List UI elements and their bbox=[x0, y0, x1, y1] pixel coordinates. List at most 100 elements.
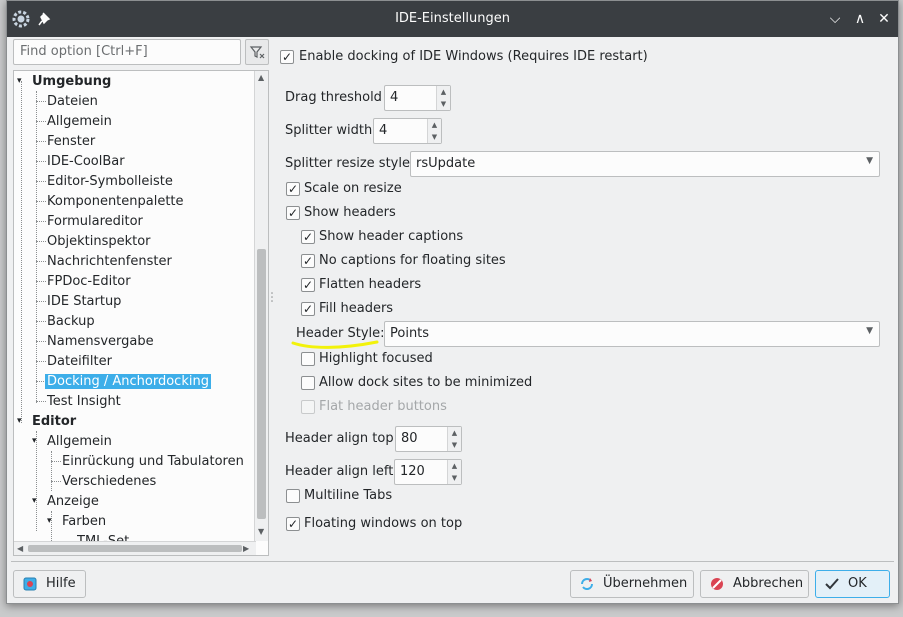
flatten-headers-label: Flatten headers bbox=[319, 277, 422, 292]
show-headers-label: Show headers bbox=[304, 205, 396, 220]
multiline-tabs-checkbox[interactable] bbox=[286, 489, 300, 503]
help-button[interactable]: Hilfe bbox=[13, 570, 86, 598]
apply-button-label: Übernehmen bbox=[603, 576, 688, 591]
tree-item[interactable]: Formulareditor bbox=[47, 212, 143, 232]
tree-item-docking-selected[interactable]: Docking / Anchordocking bbox=[45, 372, 211, 392]
allow-minimized-checkbox[interactable] bbox=[301, 376, 315, 390]
cancel-button[interactable]: Abbrechen bbox=[700, 570, 809, 598]
collapse-icon[interactable]: ▾ bbox=[17, 76, 22, 86]
scroll-thumb[interactable] bbox=[257, 249, 266, 519]
window-title: IDE-Einstellungen bbox=[395, 11, 510, 26]
tree-item[interactable]: Komponentenpalette bbox=[47, 192, 184, 212]
tree-item[interactable]: Objektinspektor bbox=[47, 232, 151, 252]
tree-item[interactable]: Verschiedenes bbox=[62, 472, 156, 492]
chevron-down-icon[interactable]: ⌵ bbox=[825, 9, 845, 29]
tree-item[interactable]: Allgemein bbox=[47, 432, 112, 452]
collapse-icon[interactable]: ▾ bbox=[32, 436, 37, 446]
chevron-down-icon: ▼ bbox=[866, 156, 873, 166]
settings-dialog: IDE-Einstellungen ⌵ ∧ ✕ Find option [Ctr… bbox=[6, 0, 899, 604]
show-headers-checkbox[interactable]: ✓ bbox=[286, 206, 300, 220]
highlight-focused-checkbox[interactable] bbox=[301, 352, 315, 366]
close-icon[interactable]: ✕ bbox=[874, 9, 894, 29]
flat-header-buttons-checkbox[interactable] bbox=[301, 400, 315, 414]
tree-vertical-scrollbar[interactable]: ▲ ▼ bbox=[254, 71, 268, 541]
collapse-icon[interactable]: ▾ bbox=[47, 516, 52, 526]
cancel-icon bbox=[711, 578, 723, 590]
splitter-width-spinner[interactable]: 4 ▲ ▼ bbox=[373, 118, 442, 144]
tree-item[interactable]: Backup bbox=[47, 312, 95, 332]
splitter-resize-style-select[interactable]: rsUpdate ▼ bbox=[410, 151, 880, 177]
search-input[interactable]: Find option [Ctrl+F] bbox=[13, 39, 241, 65]
scroll-left-icon[interactable]: ◀ bbox=[17, 544, 23, 553]
tree-item[interactable]: FPDoc-Editor bbox=[47, 272, 131, 292]
enable-docking-checkbox[interactable]: ✓ bbox=[280, 50, 294, 64]
allow-minimized-label: Allow dock sites to be minimized bbox=[319, 375, 533, 390]
spin-down-icon[interactable]: ▼ bbox=[428, 131, 441, 143]
scroll-down-icon[interactable]: ▼ bbox=[258, 527, 264, 536]
collapse-icon[interactable]: ▾ bbox=[32, 496, 37, 506]
tree-item[interactable]: IDE Startup bbox=[47, 292, 121, 312]
spin-down-icon[interactable]: ▼ bbox=[448, 439, 461, 451]
filter-icon bbox=[249, 46, 265, 59]
collapse-icon[interactable]: ▾ bbox=[17, 416, 22, 426]
checkmark-icon bbox=[825, 578, 839, 590]
filter-button[interactable] bbox=[245, 39, 269, 65]
ok-button-label: OK bbox=[848, 576, 867, 591]
spin-up-icon[interactable]: ▲ bbox=[428, 119, 441, 131]
scroll-thumb[interactable] bbox=[28, 545, 242, 552]
header-align-top-spinner[interactable]: 80 ▲ ▼ bbox=[395, 426, 462, 452]
flatten-headers-checkbox[interactable]: ✓ bbox=[301, 278, 315, 292]
drag-threshold-spinner[interactable]: 4 ▲ ▼ bbox=[384, 85, 451, 111]
splitter-handle[interactable] bbox=[270, 291, 274, 303]
tree-horizontal-scrollbar[interactable]: ◀ ▶ bbox=[14, 541, 256, 555]
no-captions-floating-checkbox[interactable]: ✓ bbox=[301, 254, 315, 268]
highlight-focused-label: Highlight focused bbox=[319, 351, 433, 366]
fill-headers-label: Fill headers bbox=[319, 301, 394, 316]
scroll-up-icon[interactable]: ▲ bbox=[258, 73, 264, 82]
spin-down-icon[interactable]: ▼ bbox=[437, 98, 450, 110]
tree-item[interactable]: Fenster bbox=[47, 132, 95, 152]
splitter-resize-style-label: Splitter resize style: bbox=[285, 156, 415, 171]
fill-headers-checkbox[interactable]: ✓ bbox=[301, 302, 315, 316]
tree-item[interactable]: Namensvergabe bbox=[47, 332, 154, 352]
tree-item[interactable]: Einrückung und Tabulatoren bbox=[62, 452, 244, 472]
options-tree[interactable]: ▾ ▾ ▾ ▾ ▾ Umgebung Dateien Allgemein Fen… bbox=[13, 70, 269, 556]
tree-item[interactable]: IDE-CoolBar bbox=[47, 152, 125, 172]
scroll-right-icon[interactable]: ▶ bbox=[243, 544, 249, 553]
tree-item-umgebung[interactable]: Umgebung bbox=[32, 72, 111, 92]
tree-item[interactable]: Dateifilter bbox=[47, 352, 112, 372]
scale-on-resize-label: Scale on resize bbox=[304, 181, 402, 196]
refresh-icon bbox=[581, 578, 593, 590]
header-style-select[interactable]: Points ▼ bbox=[384, 321, 880, 347]
tree-item-editor[interactable]: Editor bbox=[32, 412, 76, 432]
floating-on-top-checkbox[interactable]: ✓ bbox=[286, 517, 300, 531]
tree-item[interactable]: Allgemein bbox=[47, 112, 112, 132]
spin-down-icon[interactable]: ▼ bbox=[448, 472, 461, 484]
floating-on-top-label: Floating windows on top bbox=[304, 516, 463, 531]
header-align-left-spinner[interactable]: 120 ▲ ▼ bbox=[394, 459, 462, 485]
tree-item[interactable]: Anzeige bbox=[47, 492, 99, 512]
spin-up-icon[interactable]: ▲ bbox=[448, 460, 461, 472]
chevron-down-icon: ▼ bbox=[866, 326, 873, 336]
scale-on-resize-checkbox[interactable]: ✓ bbox=[286, 182, 300, 196]
show-header-captions-checkbox[interactable]: ✓ bbox=[301, 230, 315, 244]
spin-up-icon[interactable]: ▲ bbox=[448, 427, 461, 439]
header-align-left-label: Header align left bbox=[285, 464, 394, 479]
separator bbox=[11, 561, 894, 562]
cancel-button-label: Abbrechen bbox=[733, 576, 804, 591]
drag-threshold-label: Drag threshold bbox=[285, 90, 382, 105]
ok-button[interactable]: OK bbox=[815, 570, 890, 598]
apply-button[interactable]: Übernehmen bbox=[570, 570, 694, 598]
tree-item[interactable]: Dateien bbox=[47, 92, 98, 112]
multiline-tabs-label: Multiline Tabs bbox=[304, 488, 393, 503]
tree-item[interactable]: Test Insight bbox=[47, 392, 121, 412]
tree-item[interactable]: Nachrichtenfenster bbox=[47, 252, 172, 272]
chevron-up-icon[interactable]: ∧ bbox=[850, 9, 870, 29]
tree-item[interactable]: Editor-Symbolleiste bbox=[47, 172, 173, 192]
spin-up-icon[interactable]: ▲ bbox=[437, 86, 450, 98]
title-bar: IDE-Einstellungen ⌵ ∧ ✕ bbox=[7, 1, 898, 37]
help-button-label: Hilfe bbox=[46, 576, 76, 591]
tree-item[interactable]: Farben bbox=[62, 512, 106, 532]
splitter-width-label: Splitter width bbox=[285, 123, 373, 138]
show-header-captions-label: Show header captions bbox=[319, 229, 464, 244]
